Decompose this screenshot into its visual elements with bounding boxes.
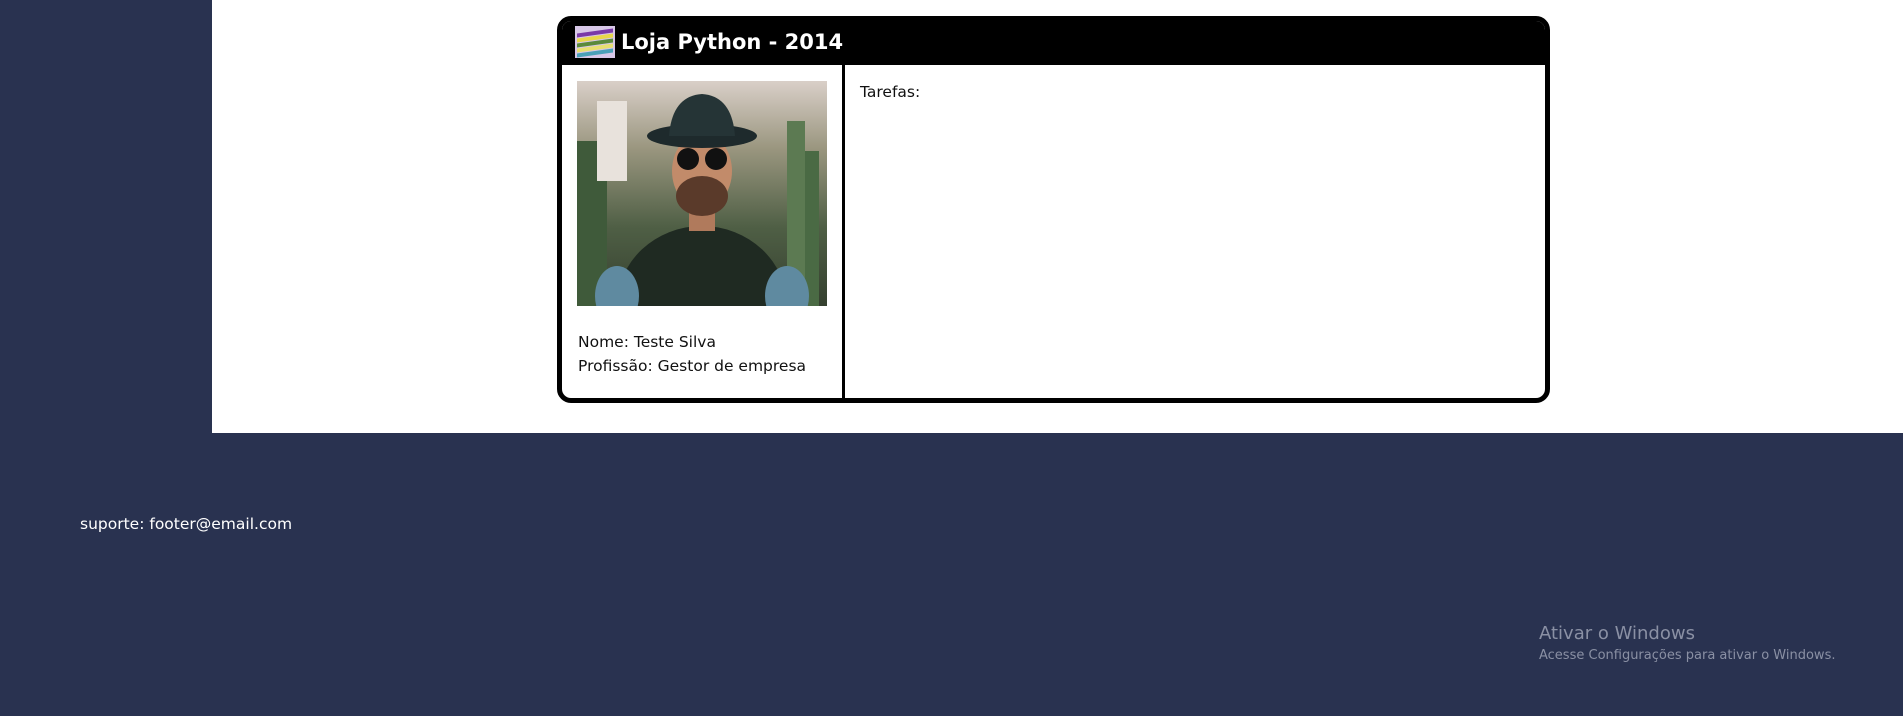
profile-photo-illustration [577,81,827,306]
profile-info: Nome: Teste Silva Profissão: Gestor de e… [578,330,806,378]
windows-activation-watermark: Ativar o Windows Acesse Configurações pa… [1539,623,1835,665]
card-title: Loja Python - 2014 [621,30,844,54]
profile-card: Loja Python - 2014 Nome: Teste Silva Pro… [557,16,1550,403]
tasks-label: Tarefas: [860,83,921,101]
footer-support-email: suporte: footer@email.com [80,515,293,533]
sidebar [0,0,212,433]
watermark-subtitle: Acesse Configurações para ativar o Windo… [1539,648,1836,663]
profile-column: Nome: Teste Silva Profissão: Gestor de e… [562,65,845,398]
books-stack-icon [575,26,615,58]
profile-profession: Profissão: Gestor de empresa [578,357,807,375]
tasks-panel: Tarefas: [845,65,1545,398]
card-header: Loja Python - 2014 [562,21,1545,65]
watermark-title: Ativar o Windows [1539,623,1695,644]
main-content: Loja Python - 2014 Nome: Teste Silva Pro… [212,0,1903,433]
profile-name: Nome: Teste Silva [578,333,716,351]
page: Loja Python - 2014 Nome: Teste Silva Pro… [0,0,1903,716]
profile-photo [577,81,827,306]
